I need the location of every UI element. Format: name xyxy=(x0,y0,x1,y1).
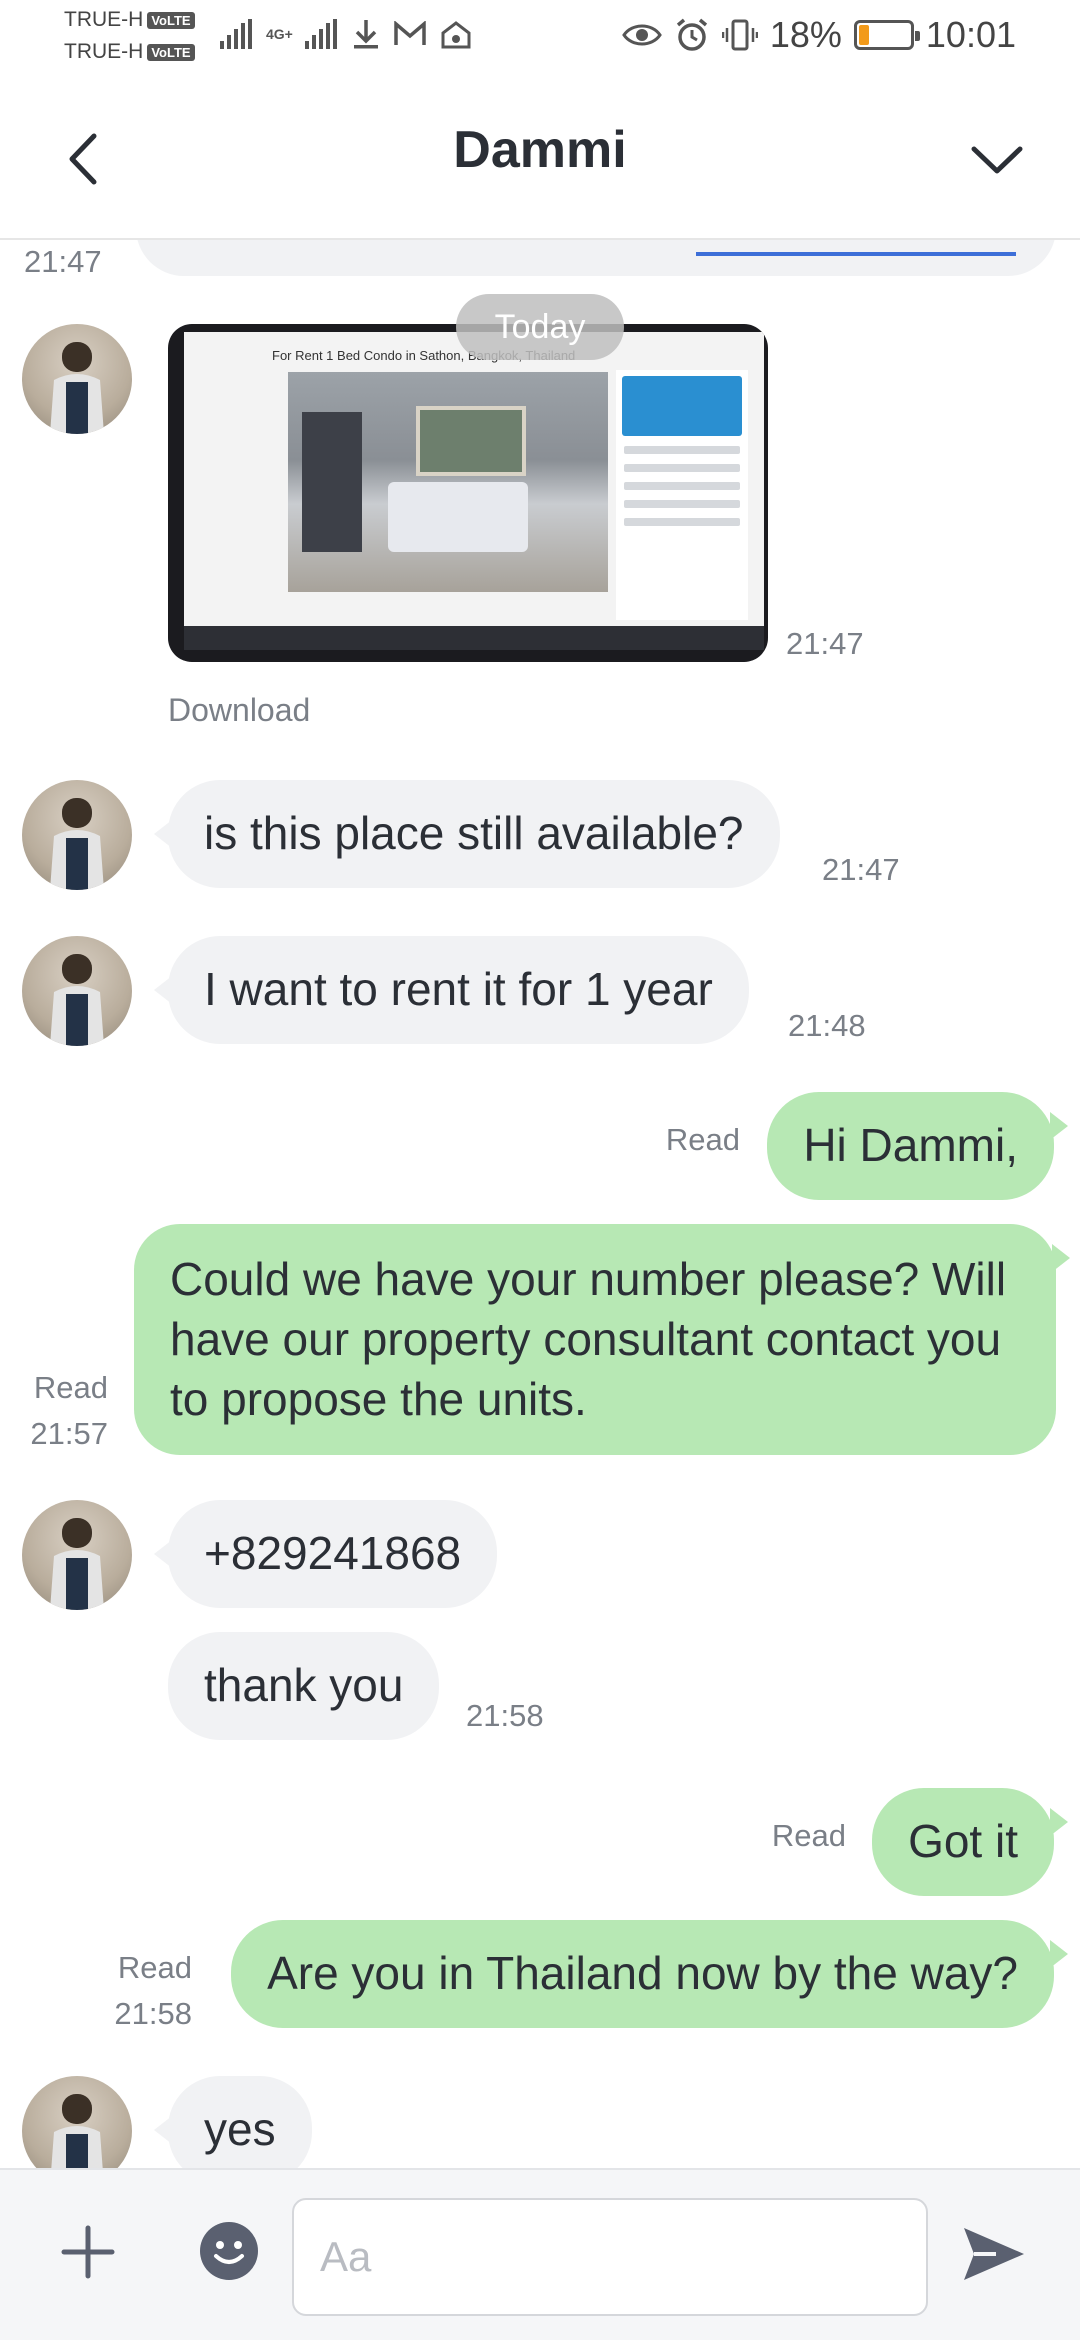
read-receipt: Read xyxy=(665,1122,740,1157)
chat-header: Dammi xyxy=(0,76,1080,240)
carrier-label-2: TRUE-H VoLTE xyxy=(64,40,195,64)
message-bubble-incoming[interactable]: thank you xyxy=(168,1632,440,1740)
message-time: 21:58 xyxy=(114,1996,192,2031)
signal-icon xyxy=(220,19,252,49)
photo-bed xyxy=(388,482,528,552)
plus-icon xyxy=(61,2225,115,2279)
avatar[interactable] xyxy=(22,324,132,434)
message-text: I want to rent it for 1 year xyxy=(204,963,713,1016)
photo-room xyxy=(288,372,608,592)
message-time: 21:47 xyxy=(24,244,102,279)
message-list[interactable]: 21:47 For Rent 1 Bed Condo in Sathon, Ba… xyxy=(0,240,1080,2170)
avatar-photo xyxy=(50,342,104,434)
clock: 10:01 xyxy=(925,14,1016,55)
message-text: Could we have your number please? Will h… xyxy=(170,1253,1007,1425)
message-text: Got it xyxy=(908,1815,1018,1868)
alarm-icon xyxy=(676,18,707,51)
message-text: is this place still available? xyxy=(204,807,744,860)
volte-badge: VoLTE xyxy=(147,43,195,61)
attach-button[interactable] xyxy=(52,2216,124,2288)
message-input[interactable] xyxy=(292,2198,928,2316)
message-bubble-outgoing[interactable]: Are you in Thailand now by the way? xyxy=(231,1920,1068,2028)
download-link[interactable]: Download xyxy=(168,692,310,729)
battery-fill xyxy=(858,25,869,45)
volte-badge: VoLTE xyxy=(147,11,195,29)
photo-contact-panel xyxy=(616,370,748,620)
avatar-photo xyxy=(50,1518,104,1610)
photo-panel-line xyxy=(624,464,740,472)
message-input-bar xyxy=(0,2168,1080,2340)
message-bubble-outgoing[interactable]: Hi Dammi, xyxy=(767,1092,1068,1200)
message-bubble-incoming[interactable]: +829241868 xyxy=(153,1500,498,1608)
battery-percent: 18% xyxy=(769,14,842,55)
chevron-down-icon xyxy=(971,146,1023,174)
read-receipt: Read xyxy=(117,1950,192,1985)
photo-panel-line xyxy=(624,482,740,490)
date-separator: Today xyxy=(456,294,624,360)
vibrate-icon xyxy=(721,19,758,51)
emoji-icon xyxy=(200,2222,258,2280)
download-icon xyxy=(353,20,378,49)
message-time: 21:48 xyxy=(788,1008,866,1043)
message-text: Hi Dammi, xyxy=(803,1119,1018,1172)
status-bar: TRUE-H VoLTE TRUE-H VoLTE 4G+ 18% 10:01 xyxy=(0,0,1080,76)
avatar[interactable] xyxy=(22,936,132,1046)
message-bubble-incoming[interactable]: yes xyxy=(154,2076,312,2170)
send-icon xyxy=(964,2228,1024,2280)
read-receipt: Read xyxy=(33,1370,108,1405)
status-icons-left: 4G+ xyxy=(220,18,473,50)
partial-message-bubble[interactable] xyxy=(136,240,1056,276)
carrier-name: TRUE-H xyxy=(64,40,144,63)
shared-photo[interactable]: For Rent 1 Bed Condo in Sathon, Bangkok,… xyxy=(168,324,768,662)
photo-panel-line xyxy=(624,500,740,508)
message-text: Are you in Thailand now by the way? xyxy=(267,1947,1018,2000)
message-bubble-outgoing[interactable]: Got it xyxy=(872,1788,1068,1896)
photo-panel-header xyxy=(622,376,742,436)
eye-icon xyxy=(622,24,662,46)
status-icons-right: 18% 10:01 xyxy=(622,14,1016,56)
avatar[interactable] xyxy=(22,780,132,890)
message-time: 21:58 xyxy=(466,1698,544,1733)
gmail-icon xyxy=(394,21,426,45)
chat-title: Dammi xyxy=(453,121,627,179)
photo-wardrobe xyxy=(302,412,362,552)
network-type: 4G+ xyxy=(266,26,293,42)
avatar[interactable] xyxy=(22,1500,132,1610)
message-time: 21:47 xyxy=(822,852,900,887)
photo-panel-line xyxy=(624,518,740,526)
message-text: thank you xyxy=(204,1659,404,1712)
header-menu-button[interactable] xyxy=(962,124,1032,194)
avatar-photo xyxy=(50,798,104,890)
message-bubble-incoming[interactable]: is this place still available? xyxy=(154,780,780,888)
signal-icon xyxy=(304,19,337,49)
photo-panel-line xyxy=(624,446,740,454)
message-time: 21:47 xyxy=(786,626,864,661)
carrier-label-1: TRUE-H VoLTE xyxy=(64,8,195,32)
emoji-button[interactable] xyxy=(196,2218,262,2284)
hotspot-icon xyxy=(441,21,471,49)
avatar-photo xyxy=(50,954,104,1046)
link-underline xyxy=(696,252,1016,256)
message-time: 21:57 xyxy=(30,1416,108,1451)
message-text: yes xyxy=(204,2103,276,2156)
battery-icon xyxy=(853,20,920,50)
avatar[interactable] xyxy=(22,2076,132,2170)
message-text: +829241868 xyxy=(204,1527,462,1580)
message-bubble-outgoing[interactable]: Could we have your number please? Will h… xyxy=(134,1224,1070,1456)
photo-taskbar xyxy=(184,626,764,650)
read-receipt: Read xyxy=(771,1818,846,1853)
message-bubble-incoming[interactable]: I want to rent it for 1 year xyxy=(154,936,749,1044)
photo-window xyxy=(416,406,526,476)
send-button[interactable] xyxy=(956,2216,1032,2292)
avatar-photo xyxy=(51,2094,103,2170)
carrier-name: TRUE-H xyxy=(64,8,144,31)
